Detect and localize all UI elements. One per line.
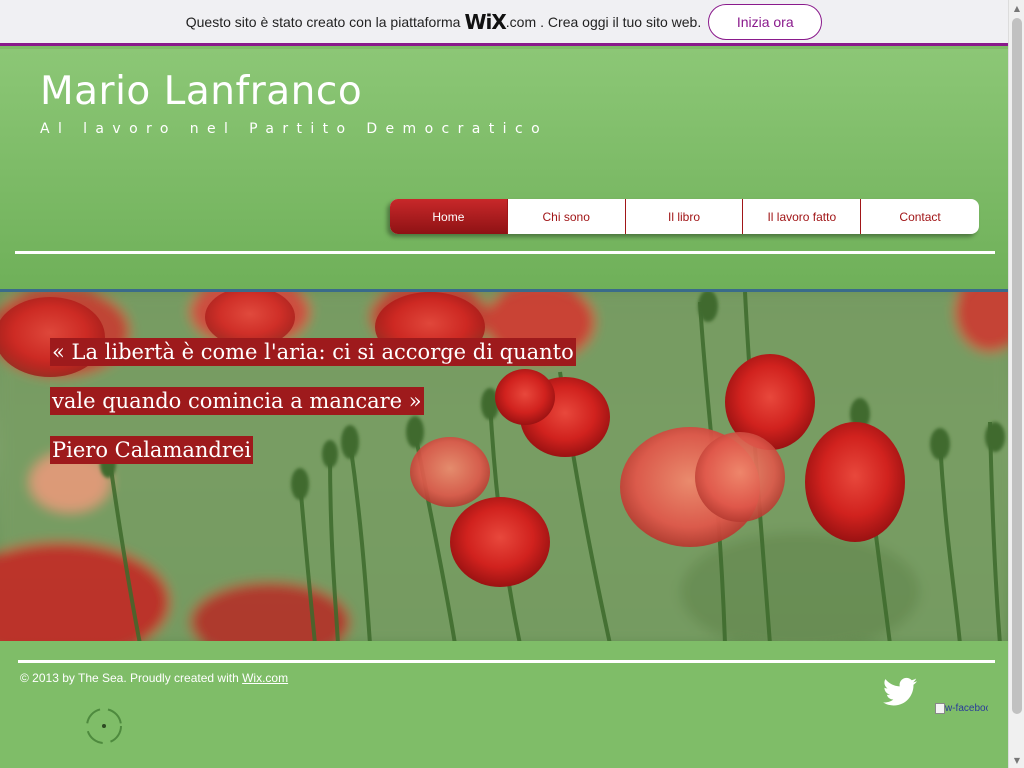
- quote-author: Piero Calamandrei: [50, 436, 254, 464]
- facebook-icon[interactable]: w-facebook: [935, 703, 988, 719]
- facebook-alt-text: w-facebook: [945, 703, 988, 715]
- quote-line-1: « La libertà è come l'aria: ci si accorg…: [50, 338, 576, 366]
- main-nav: Home Chi sono Il libro Il lavoro fatto C…: [390, 199, 979, 234]
- nav-item-il-libro[interactable]: Il libro: [626, 199, 744, 234]
- footer-divider: [18, 660, 995, 663]
- page-scrollbar[interactable]: ▲ ▼: [1008, 0, 1024, 768]
- nav-item-il-lavoro-fatto[interactable]: Il lavoro fatto: [743, 199, 862, 234]
- scroll-down-icon[interactable]: ▼: [1009, 752, 1024, 768]
- hero-quote: « La libertà è come l'aria: ci si accorg…: [50, 328, 650, 475]
- copyright-text: © 2013 by The Sea. Proudly created with: [20, 671, 243, 685]
- nav-item-contact[interactable]: Contact: [861, 199, 979, 234]
- wix-banner-text-start: Questo sito è stato creato con la piatta…: [185, 13, 461, 30]
- wix-banner: Questo sito è stato creato con la piatta…: [0, 0, 1008, 46]
- site-title: Mario Lanfranco: [40, 69, 363, 114]
- inizia-ora-button[interactable]: Inizia ora: [708, 3, 823, 40]
- site-header: Mario Lanfranco Al lavoro nel Partito De…: [0, 49, 1008, 289]
- scroll-thumb[interactable]: [1012, 18, 1022, 714]
- nav-item-chi-sono[interactable]: Chi sono: [508, 199, 626, 234]
- wix-logo: WiX: [464, 9, 506, 34]
- header-divider: [15, 251, 995, 254]
- loading-spinner-icon: [86, 708, 122, 744]
- wix-banner-message: Questo sito è stato creato con la piatta…: [186, 10, 701, 34]
- twitter-icon[interactable]: [883, 677, 917, 707]
- nav-item-home[interactable]: Home: [390, 199, 508, 234]
- quote-line-2: vale quando comincia a mancare »: [50, 387, 424, 415]
- hero-banner: « La libertà è come l'aria: ci si accorg…: [0, 289, 1008, 641]
- wix-dotcom: .com: [505, 13, 537, 30]
- broken-image-icon: [935, 703, 945, 714]
- wix-link[interactable]: Wix.com: [242, 671, 288, 685]
- footer-copyright: © 2013 by The Sea. Proudly created with …: [20, 671, 288, 685]
- scroll-up-icon[interactable]: ▲: [1009, 0, 1024, 16]
- wix-banner-text-end: . Crea oggi il tuo sito web.: [540, 13, 702, 30]
- site-subtitle: Al lavoro nel Partito Democratico: [40, 121, 549, 137]
